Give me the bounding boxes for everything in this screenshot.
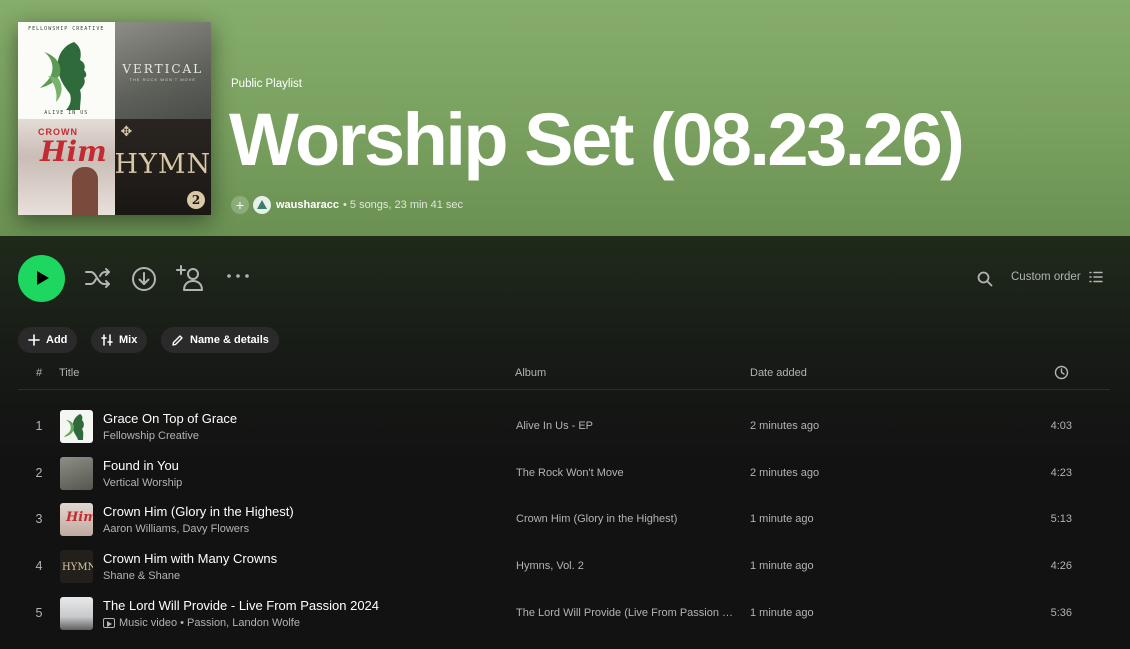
cover-tile-number: 2 xyxy=(187,191,205,209)
add-button[interactable]: Add xyxy=(18,327,78,353)
playlist-title[interactable]: Worship Set (08.23.26) xyxy=(229,90,965,190)
track-album[interactable]: Crown Him (Glory in the Highest) xyxy=(516,513,738,525)
column-num: # xyxy=(36,367,43,379)
track-artwork xyxy=(60,597,93,630)
track-number: 4 xyxy=(35,559,43,573)
playlist-body: Custom order Add Mix Name & details # Ti… xyxy=(0,236,1130,649)
sliders-icon xyxy=(101,334,113,346)
cover-tile-vertical: VERTICAL THE ROCK WON'T MOVE xyxy=(114,22,211,119)
playlist-stats: • 5 songs, 23 min 41 sec xyxy=(342,199,464,211)
sort-dropdown[interactable]: Custom order xyxy=(1011,271,1103,283)
column-title[interactable]: Title xyxy=(59,367,79,379)
cover-tile-title: HYMNS xyxy=(114,148,212,180)
track-number: 1 xyxy=(35,419,43,433)
cover-tile-alive-in-us: FELLOWSHIP CREATIVE ALIVE IN US xyxy=(18,22,115,119)
track-duration: 4:26 xyxy=(1050,560,1072,572)
track-title[interactable]: The Lord Will Provide - Live From Passio… xyxy=(103,598,379,613)
track-artist[interactable]: Shane & Shane xyxy=(103,570,180,582)
name-details-label: Name & details xyxy=(190,334,269,346)
track-artwork xyxy=(60,410,93,443)
track-artist[interactable]: Music video • Passion, Landon Wolfe xyxy=(103,617,300,629)
cover-tile-word: Him xyxy=(40,134,107,168)
search-icon[interactable] xyxy=(977,271,993,287)
plus-icon xyxy=(28,334,40,346)
mix-button[interactable]: Mix xyxy=(91,327,148,353)
pencil-icon xyxy=(172,334,183,346)
track-duration: 4:03 xyxy=(1050,420,1072,432)
owner-avatar[interactable] xyxy=(253,196,271,214)
track-number: 5 xyxy=(35,606,43,620)
track-album[interactable]: The Lord Will Provide (Live From Passion… xyxy=(516,607,738,619)
play-button[interactable] xyxy=(18,255,65,302)
track-date-added: 1 minute ago xyxy=(750,560,814,572)
shuffle-icon[interactable] xyxy=(84,266,112,290)
playlist-header: FELLOWSHIP CREATIVE ALIVE IN US VERTICAL… xyxy=(0,0,1130,236)
svg-text:HYMNS: HYMNS xyxy=(62,562,93,573)
table-row[interactable]: 4 HYMNS Crown Him with Many Crowns Shane… xyxy=(18,543,1110,589)
table-row[interactable]: 1 Grace On Top of Grace Fellowship Creat… xyxy=(18,403,1110,449)
playlist-meta: + wausharacc • 5 songs, 23 min 41 sec xyxy=(231,194,463,216)
track-date-added: 1 minute ago xyxy=(750,513,814,525)
track-duration: 5:13 xyxy=(1050,513,1072,525)
track-title[interactable]: Crown Him with Many Crowns xyxy=(103,551,277,566)
track-artwork: Him xyxy=(60,503,93,536)
track-artist-text[interactable]: Aaron Williams, Davy Flowers xyxy=(103,523,249,535)
track-title[interactable]: Grace On Top of Grace xyxy=(103,411,237,426)
track-number: 2 xyxy=(35,466,43,480)
track-artist[interactable]: Fellowship Creative xyxy=(103,430,199,442)
cover-tile-label: FELLOWSHIP CREATIVE xyxy=(28,26,105,32)
track-artwork xyxy=(60,457,93,490)
svg-text:Him: Him xyxy=(65,510,93,525)
track-artist-text[interactable]: Shane & Shane xyxy=(103,570,180,582)
playlist-cover[interactable]: FELLOWSHIP CREATIVE ALIVE IN US VERTICAL… xyxy=(18,22,211,215)
sort-label: Custom order xyxy=(1011,271,1081,283)
track-artist[interactable]: Vertical Worship xyxy=(103,477,182,489)
more-options-icon[interactable] xyxy=(226,272,250,280)
track-title[interactable]: Found in You xyxy=(103,458,179,473)
track-artist-text[interactable]: Vertical Worship xyxy=(103,477,182,489)
track-artist-text[interactable]: Music video • Passion, Landon Wolfe xyxy=(119,617,300,629)
download-icon[interactable] xyxy=(131,266,157,292)
track-album[interactable]: The Rock Won't Move xyxy=(516,467,738,479)
add-collaborator-icon[interactable]: + xyxy=(231,196,249,214)
cover-tile-crown-him: CROWN Him xyxy=(18,118,115,215)
cover-tile-hymns: ✥ HYMNS 2 xyxy=(114,118,212,215)
artist-figure xyxy=(72,166,98,215)
add-label: Add xyxy=(46,334,68,346)
track-duration: 5:36 xyxy=(1050,607,1072,619)
list-icon xyxy=(1088,271,1103,283)
column-album[interactable]: Album xyxy=(515,367,546,379)
track-number: 3 xyxy=(35,512,43,526)
track-artist[interactable]: Aaron Williams, Davy Flowers xyxy=(103,523,249,535)
playlist-type: Public Playlist xyxy=(231,78,302,90)
track-date-added: 2 minutes ago xyxy=(750,467,820,479)
duration-clock-icon[interactable] xyxy=(1054,365,1069,383)
track-duration: 4:23 xyxy=(1050,467,1072,479)
emblem-icon: ✥ xyxy=(120,122,133,139)
track-date-added: 1 minute ago xyxy=(750,607,814,619)
table-row[interactable]: 3 Him Crown Him (Glory in the Highest) A… xyxy=(18,496,1110,542)
cover-tile-title: VERTICAL xyxy=(122,62,204,76)
track-album[interactable]: Hymns, Vol. 2 xyxy=(516,560,738,572)
invite-collaborator-icon[interactable] xyxy=(176,264,206,292)
column-date-added[interactable]: Date added xyxy=(750,367,807,379)
cover-tile-sub: THE ROCK WON'T MOVE xyxy=(129,77,197,82)
track-title[interactable]: Crown Him (Glory in the Highest) xyxy=(103,504,294,519)
track-table-header: # Title Album Date added xyxy=(18,365,1110,390)
track-date-added: 2 minutes ago xyxy=(750,420,820,432)
music-video-icon xyxy=(103,618,115,628)
leaf-face-art xyxy=(40,42,87,110)
track-artwork: HYMNS xyxy=(60,550,93,583)
track-artist-text[interactable]: Fellowship Creative xyxy=(103,430,199,442)
owner-name[interactable]: wausharacc xyxy=(276,199,339,211)
cover-tile-sub: ALIVE IN US xyxy=(44,109,89,116)
table-row[interactable]: 2 Found in You Vertical Worship The Rock… xyxy=(18,450,1110,496)
name-details-button[interactable]: Name & details xyxy=(161,327,279,353)
mix-label: Mix xyxy=(119,334,138,346)
track-album[interactable]: Alive In Us - EP xyxy=(516,420,738,432)
table-row[interactable]: 5 The Lord Will Provide - Live From Pass… xyxy=(18,590,1110,636)
